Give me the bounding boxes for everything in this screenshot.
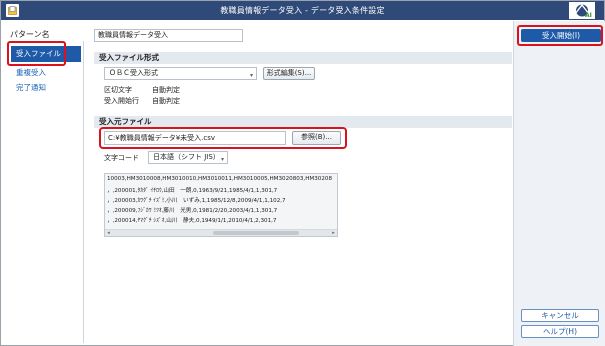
- file-preview: 10003,HM3010008,HM3010010,HM3010011,HM30…: [104, 173, 338, 237]
- format-select-value: ＯＢＣ受入形式: [109, 69, 158, 77]
- dialog-window: 教職員情報データ受入 - データ受入条件設定 AI パターン名 受入ファイル 重…: [0, 0, 605, 346]
- scrollbar-thumb[interactable]: [213, 231, 299, 235]
- encoding-select[interactable]: 日本語（シフト JIS） ▾: [148, 151, 228, 164]
- preview-line: ，,200009,ﾌｼﾞｶﾜ ﾐﾂｵ,藤川 光男,0,1981/2/20,200…: [107, 208, 278, 214]
- nav-item-completion-notice[interactable]: 完了通知: [11, 80, 81, 96]
- window-title: 教職員情報データ受入 - データ受入条件設定: [220, 6, 385, 15]
- cancel-button[interactable]: キャンセル: [521, 309, 599, 322]
- preview-line: ，,200014,ﾔﾏｸﾞﾁ ｼｽﾞｵ,山川 静夫,0,1949/1/1,201…: [107, 218, 277, 224]
- ai-badge-icon: AI: [569, 2, 595, 19]
- highlight-outline: [7, 41, 66, 66]
- section-header-format: 受入ファイル形式: [94, 52, 512, 64]
- encoding-select-value: 日本語（シフト JIS）: [153, 153, 220, 161]
- delimiter-label: 区切文字: [104, 86, 132, 94]
- chevron-down-icon: ▾: [249, 72, 253, 79]
- action-panel: [513, 21, 605, 346]
- start-row-label: 受入開始行: [104, 97, 139, 105]
- highlight-outline: [517, 25, 603, 46]
- title-bar: 教職員情報データ受入 - データ受入条件設定 AI: [1, 1, 604, 20]
- pattern-name-label: パターン名: [10, 30, 50, 39]
- format-select[interactable]: ＯＢＣ受入形式 ▾: [104, 67, 257, 80]
- left-nav: 受入ファイル 重複受入 完了通知: [8, 41, 84, 343]
- highlight-outline: [99, 127, 347, 149]
- encoding-label: 文字コード: [104, 154, 139, 162]
- start-row-value: 自動判定: [152, 97, 180, 105]
- preview-line: 10003,HM3010008,HM3010010,HM3010011,HM30…: [107, 176, 333, 182]
- nav-item-label: 重複受入: [16, 68, 46, 77]
- scroll-right-icon[interactable]: ▸: [330, 230, 337, 236]
- pattern-name-input[interactable]: 教職員情報データ受入: [94, 29, 243, 42]
- main-area: 受入ファイル形式 ＯＢＣ受入形式 ▾ 形式編集(S)... 区切文字 自動判定 …: [94, 47, 512, 339]
- svg-text:AI: AI: [585, 12, 592, 19]
- chevron-down-icon: ▾: [220, 156, 224, 163]
- preview-line: ，,200003,ｶﾜｸﾞﾁ ｲｽﾞﾐ,小川 いずみ,1,1985/12/8,2…: [107, 198, 286, 204]
- scroll-left-icon[interactable]: ◂: [105, 230, 112, 236]
- delimiter-value: 自動判定: [152, 86, 180, 94]
- preview-line: ，,200001,ﾀｶﾀﾞ ｲﾁﾛｳ,山田 一朗,0,1963/9/21,198…: [107, 188, 278, 194]
- horizontal-scrollbar[interactable]: ◂ ▸: [105, 229, 337, 236]
- help-button[interactable]: ヘルプ(H): [521, 325, 599, 338]
- edit-format-button[interactable]: 形式編集(S)...: [263, 67, 315, 80]
- nav-item-duplicate-import[interactable]: 重複受入: [11, 65, 81, 81]
- nav-item-label: 完了通知: [16, 83, 46, 92]
